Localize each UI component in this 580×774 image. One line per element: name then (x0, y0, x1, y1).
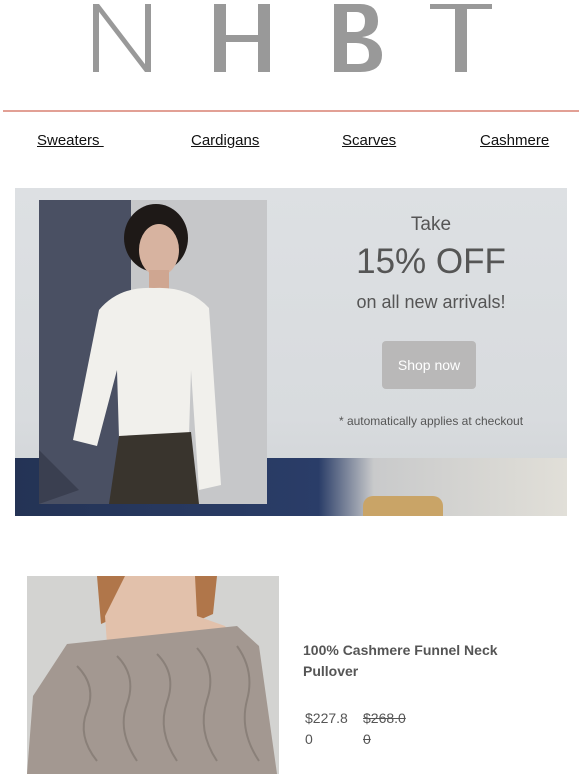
product-image[interactable] (27, 576, 279, 774)
category-nav: Sweaters Cardigans Scarves Cashmere (0, 132, 580, 154)
banner-model-photo[interactable] (39, 200, 267, 504)
shop-now-button[interactable]: Shop now (382, 341, 476, 389)
promo-subtitle: on all new arrivals! (356, 292, 506, 312)
banner-cushion (363, 496, 443, 516)
promo-note: * automatically applies at checkout (338, 414, 524, 428)
promo-banner[interactable]: Take 15% OFF on all new arrivals! Shop n… (15, 188, 567, 516)
product-sale-price: $227.80 (305, 710, 348, 747)
nav-item-sweaters[interactable]: Sweaters (37, 132, 104, 149)
nav-item-scarves[interactable]: Scarves (342, 132, 396, 149)
product-title[interactable]: 100% Cashmere Funnel Neck Pullover (303, 640, 533, 682)
promo-discount: 15% OFF (356, 242, 506, 281)
header-divider (3, 110, 579, 112)
brand-logo[interactable] (0, 0, 580, 80)
promo-take: Take (410, 214, 452, 235)
nav-item-cardigans[interactable]: Cardigans (191, 132, 259, 149)
product-original-price: $268.00 (363, 710, 406, 747)
nav-item-cashmere[interactable]: Cashmere (480, 132, 549, 149)
